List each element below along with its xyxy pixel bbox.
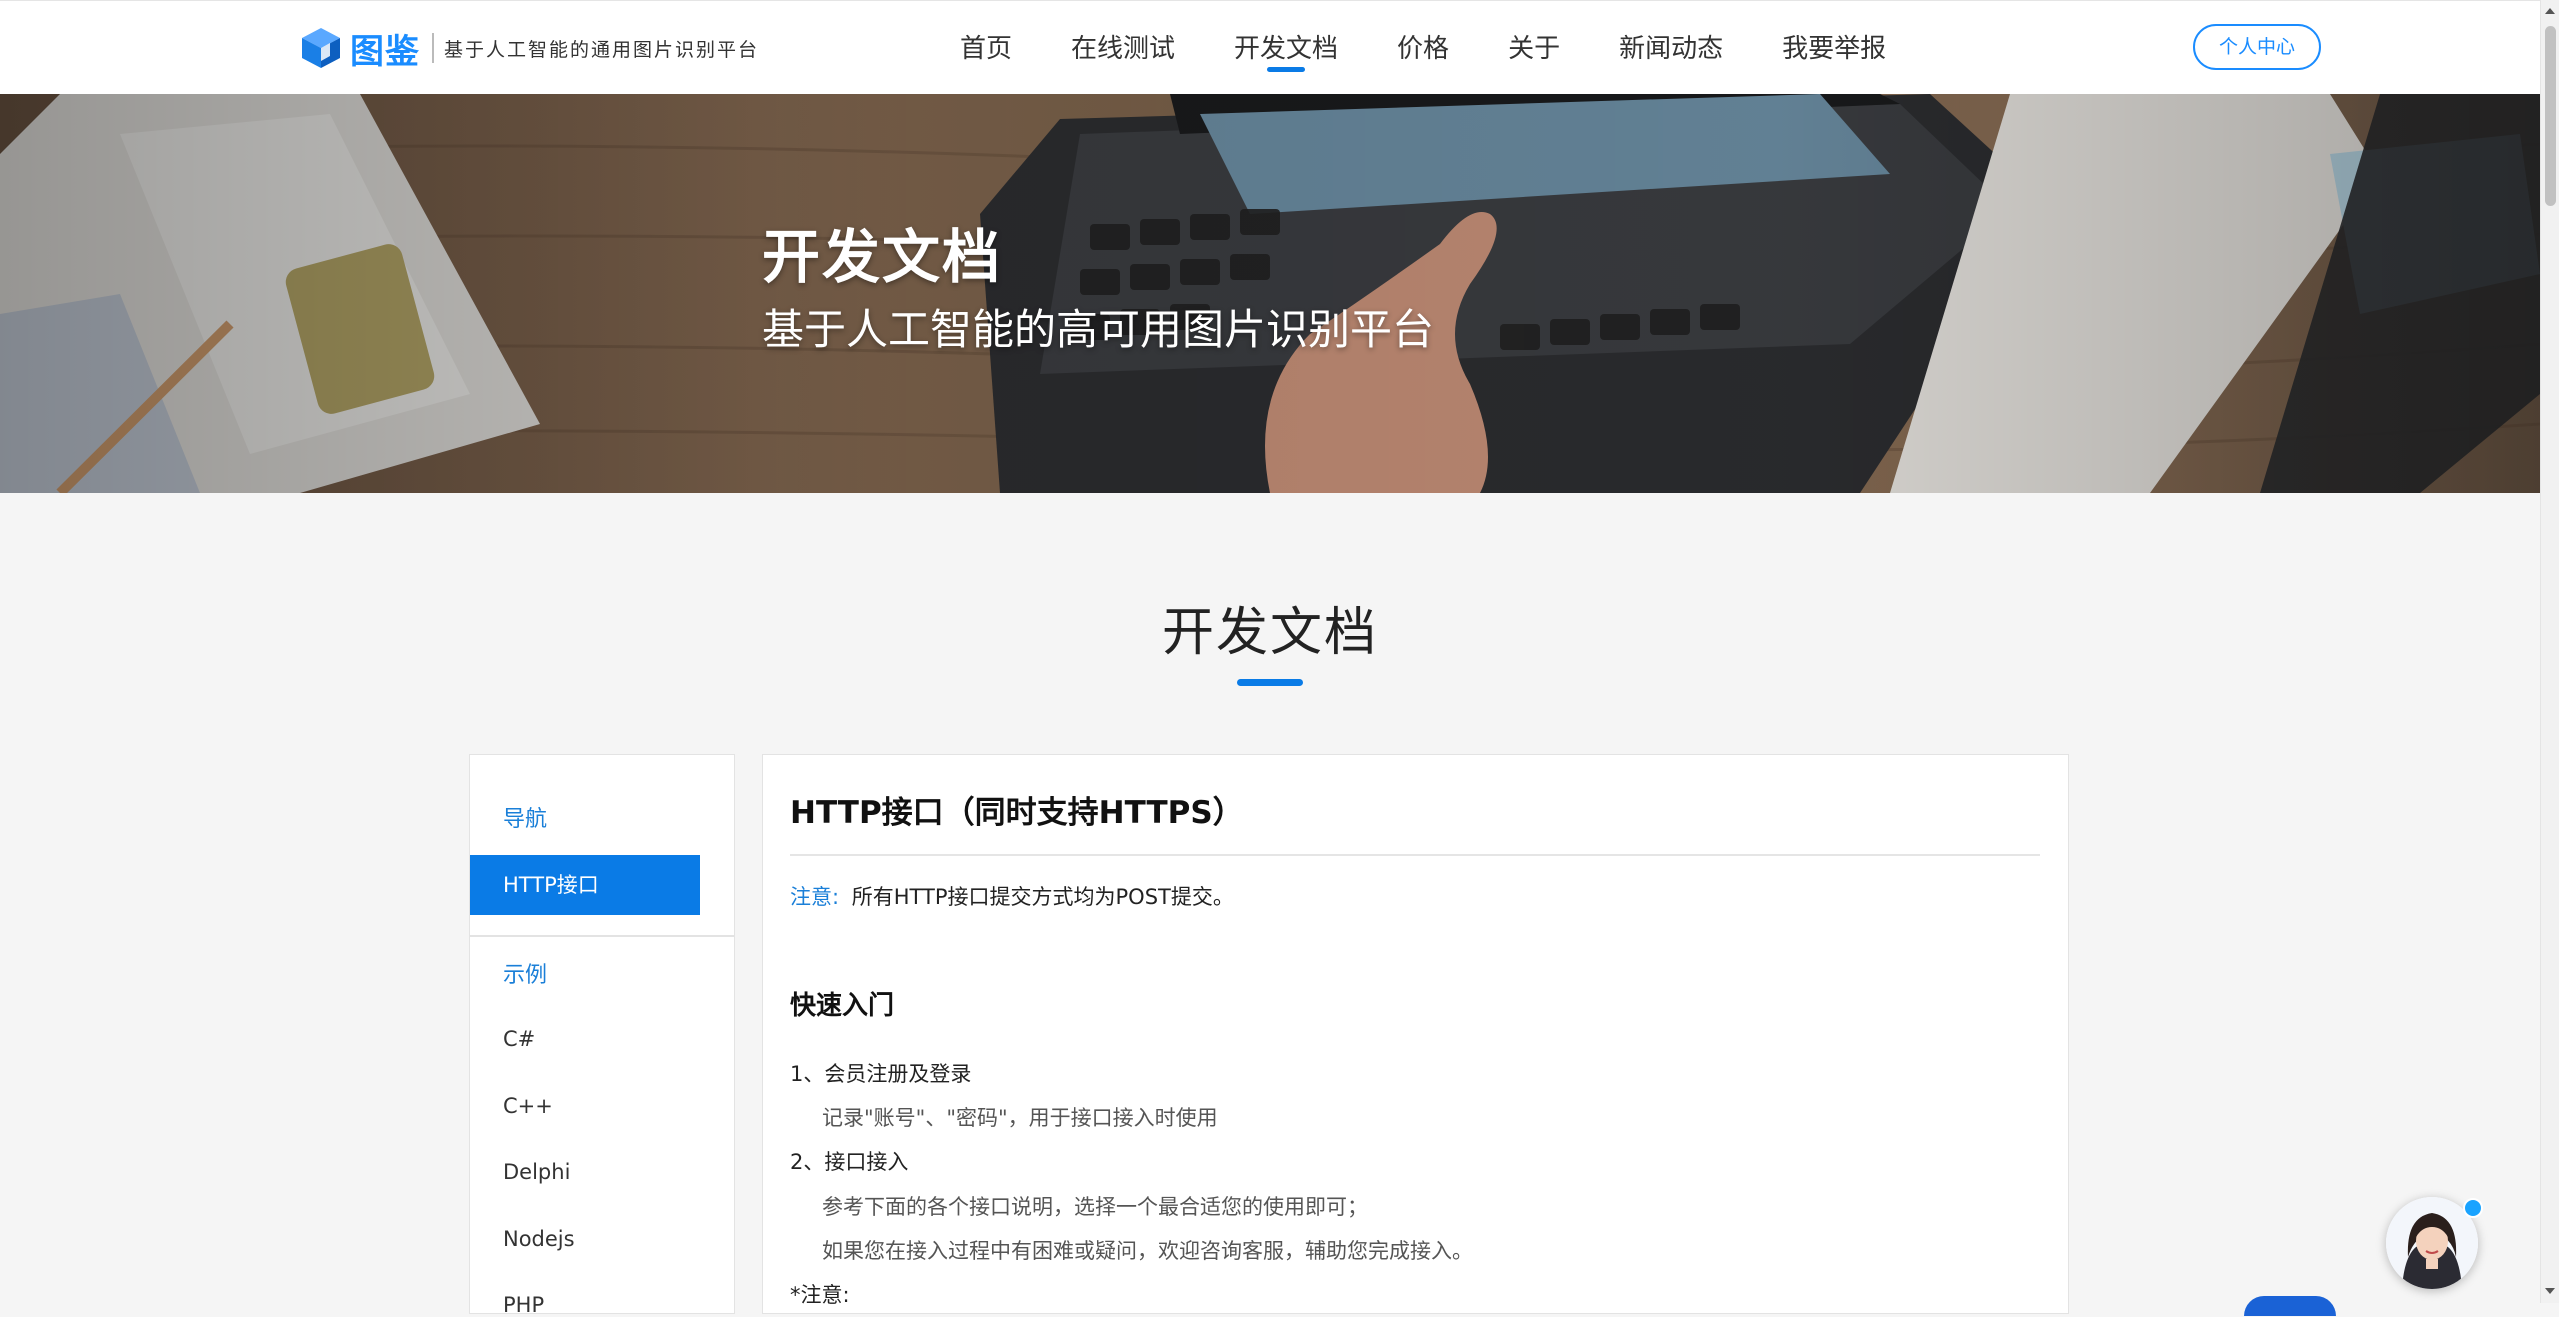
hero-banner: 开发文档 基于人工智能的高可用图片识别平台 [0, 94, 2540, 493]
step2-title: 2、接口接入 [790, 1150, 909, 1174]
scrollbar-thumb[interactable] [2545, 26, 2556, 206]
site-logo[interactable]: 图鉴 基于人工智能的通用图片识别平台 [300, 25, 760, 72]
banner-subtitle: 基于人工智能的高可用图片识别平台 [762, 305, 1435, 354]
nav-online-test[interactable]: 在线测试 [1071, 1, 1175, 95]
sidebar-item-nodejs[interactable]: Nodejs [470, 1227, 575, 1251]
sidebar-group-examples[interactable]: 示例 [470, 957, 547, 989]
top-header: 图鉴 基于人工智能的通用图片识别平台 首页 在线测试 开发文档 价格 关于 新闻… [0, 0, 2540, 96]
logo-slogan: 基于人工智能的通用图片识别平台 [444, 38, 760, 61]
banner-title: 开发文档 [762, 223, 1003, 291]
main-nav: 首页 在线测试 开发文档 价格 关于 新闻动态 我要举报 [960, 1, 1945, 95]
user-center-button[interactable]: 个人中心 [2193, 24, 2321, 70]
sidebar-item-http-api[interactable]: HTTP接口 [470, 855, 700, 915]
nav-about[interactable]: 关于 [1508, 1, 1560, 95]
scroll-down-icon[interactable] [2545, 1288, 2555, 1294]
nav-dev-docs[interactable]: 开发文档 [1234, 1, 1338, 95]
nav-report[interactable]: 我要举报 [1782, 1, 1886, 95]
scroll-up-icon[interactable] [2545, 8, 2555, 14]
section-title: 开发文档 [1161, 603, 1378, 663]
notification-dot [2463, 1198, 2483, 1218]
content-divider [790, 854, 2040, 856]
cube-logo-icon [302, 28, 340, 68]
note-label: 注意: [790, 885, 840, 909]
content-title: HTTP接口（同时支持HTTPS） [790, 795, 1244, 831]
floating-widget-edge[interactable] [2244, 1296, 2336, 1316]
page-scrollbar[interactable] [2540, 0, 2559, 1303]
step2-description-1: 参考下面的各个接口说明，选择一个最合适您的使用即可； [822, 1195, 1368, 1219]
quickstart-heading: 快速入门 [790, 991, 895, 1021]
post-note: 注意: 所有HTTP接口提交方式均为POST提交。 [790, 881, 1234, 911]
sidebar-item-php[interactable]: PHP [470, 1293, 544, 1317]
banner-background-image [0, 94, 2540, 493]
logo-divider [432, 33, 434, 63]
docs-content: HTTP接口（同时支持HTTPS） 注意: 所有HTTP接口提交方式均为POST… [762, 754, 2069, 1314]
note-text: 所有HTTP接口提交方式均为POST提交。 [851, 885, 1234, 909]
sidebar-divider [470, 935, 734, 937]
note2-label: *注意: [790, 1283, 850, 1307]
sidebar-item-delphi[interactable]: Delphi [470, 1160, 570, 1184]
logo-text: 图鉴 [350, 31, 420, 72]
section-title-underline [1237, 679, 1303, 686]
sidebar-group-nav[interactable]: 导航 [470, 801, 547, 833]
sidebar-item-cpp[interactable]: C++ [470, 1094, 553, 1118]
step1-description: 记录"账号"、"密码"，用于接口接入时使用 [822, 1106, 1218, 1130]
nav-pricing[interactable]: 价格 [1397, 1, 1449, 95]
sidebar-item-csharp[interactable]: C# [470, 1027, 535, 1051]
nav-home[interactable]: 首页 [960, 1, 1012, 95]
step1-title: 1、会员注册及登录 [790, 1062, 972, 1086]
docs-sidebar: 导航 HTTP接口 示例 C# C++ Delphi Nodejs PHP [469, 754, 735, 1317]
nav-news[interactable]: 新闻动态 [1619, 1, 1723, 95]
step2-description-2: 如果您在接入过程中有困难或疑问，欢迎咨询客服，辅助您完成接入。 [822, 1239, 1473, 1263]
